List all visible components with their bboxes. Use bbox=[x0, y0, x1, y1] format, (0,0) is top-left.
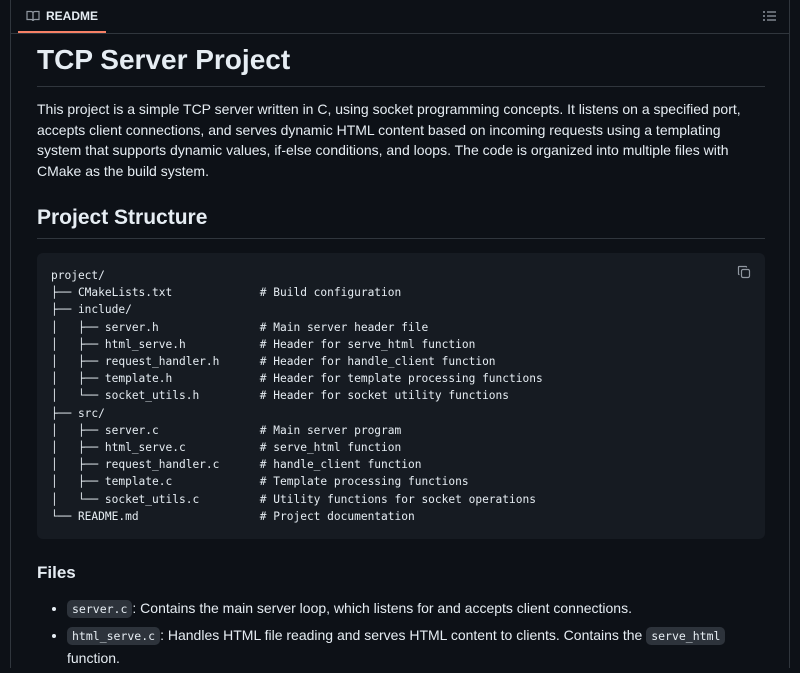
tab-readme[interactable]: README bbox=[18, 0, 107, 33]
readme-content: TCP Server Project This project is a sim… bbox=[37, 34, 765, 673]
copy-icon[interactable] bbox=[737, 265, 751, 279]
page-title: TCP Server Project bbox=[37, 40, 765, 87]
file-name-code: server.c bbox=[67, 600, 133, 618]
file-description: : Handles HTML file reading and serves H… bbox=[160, 627, 647, 643]
structure-heading: Project Structure bbox=[37, 203, 765, 239]
readme-panel: README TCP Server Project This project i… bbox=[10, 0, 790, 668]
file-description: : Contains the main server loop, which l… bbox=[132, 600, 632, 616]
list-item: html_serve.c: Handles HTML file reading … bbox=[67, 624, 765, 669]
outline-list-icon[interactable] bbox=[761, 8, 779, 24]
code-text[interactable]: project/ ├── CMakeLists.txt # Build conf… bbox=[51, 267, 751, 525]
files-list: server.c: Contains the main server loop,… bbox=[37, 597, 765, 669]
file-name-code: html_serve.c bbox=[67, 627, 161, 645]
intro-paragraph: This project is a simple TCP server writ… bbox=[37, 101, 741, 179]
file-description-end: function. bbox=[67, 650, 120, 666]
book-icon bbox=[26, 10, 40, 21]
files-heading: Files bbox=[37, 563, 76, 582]
list-item: server.c: Contains the main server loop,… bbox=[67, 597, 765, 620]
readme-header: README bbox=[11, 0, 789, 34]
function-name-code: serve_html bbox=[646, 627, 726, 645]
project-structure-code: project/ ├── CMakeLists.txt # Build conf… bbox=[37, 253, 765, 539]
tab-readme-label: README bbox=[46, 8, 99, 23]
